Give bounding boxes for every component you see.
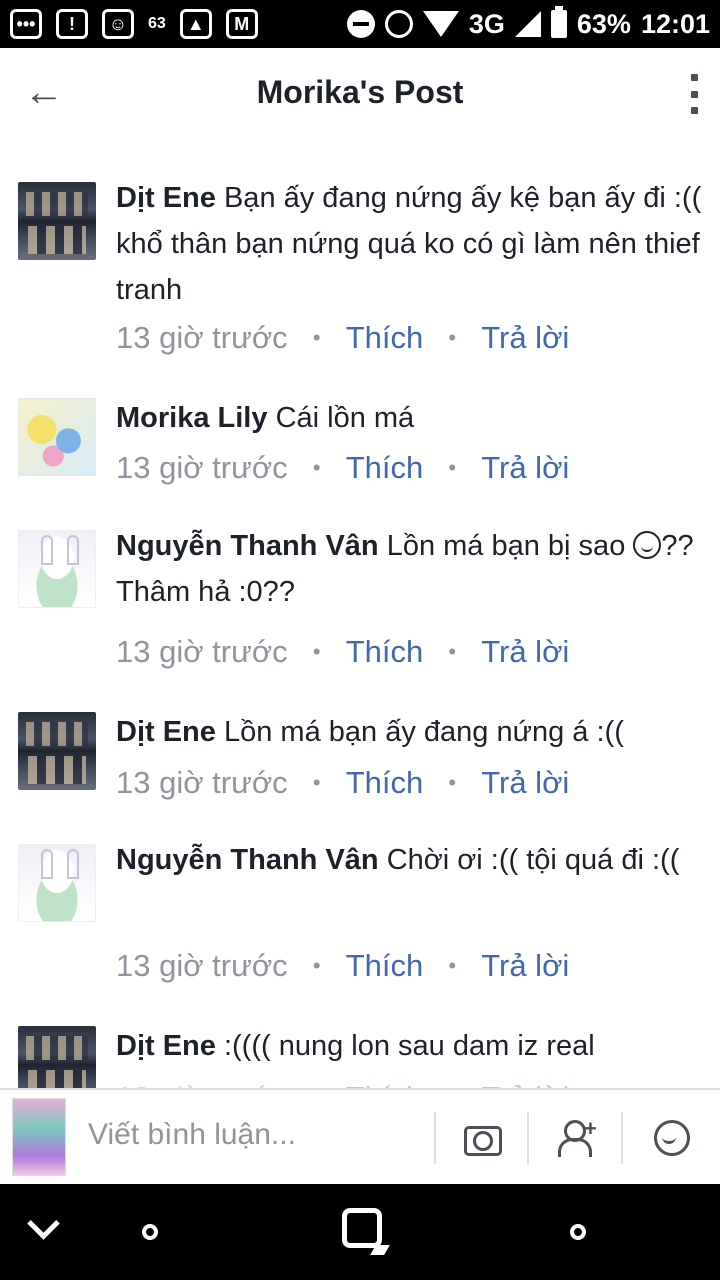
comment-actions: 13 giờ trước • Thích • Trả lời bbox=[116, 448, 569, 488]
my-avatar bbox=[12, 1098, 66, 1176]
notification-icons: ••• ! ☺ 63 ▲ M bbox=[10, 9, 258, 39]
navigation-bar bbox=[0, 1184, 720, 1280]
comment-composer: Viết bình luận... + bbox=[0, 1088, 720, 1184]
avatar[interactable] bbox=[18, 398, 96, 476]
avatar[interactable] bbox=[18, 530, 96, 608]
comment-time[interactable]: 13 giờ trước bbox=[116, 1080, 288, 1088]
status-bar: ••• ! ☺ 63 ▲ M 3G 63% 12:01 bbox=[0, 0, 720, 48]
comment-time[interactable]: 13 giờ trước bbox=[116, 320, 288, 356]
like-button[interactable]: Thích bbox=[346, 1080, 424, 1088]
separator: • bbox=[448, 455, 457, 480]
comment-body: Morika Lily Cái lồn má bbox=[116, 395, 706, 441]
face-icon: ☺ bbox=[102, 9, 134, 39]
comment-author[interactable]: Dịt Ene bbox=[116, 716, 216, 748]
signal-icon bbox=[514, 11, 541, 37]
emoji-icon[interactable] bbox=[652, 1118, 692, 1158]
like-button[interactable]: Thích bbox=[346, 634, 424, 670]
comment-time[interactable]: 13 giờ trước bbox=[116, 634, 288, 670]
page-title: Morika's Post bbox=[256, 73, 464, 110]
comment-body: Nguyễn Thanh Vân Lồn má bạn bị sao ?? Th… bbox=[116, 523, 706, 615]
battery-icon bbox=[550, 6, 567, 38]
comment-time[interactable]: 13 giờ trước bbox=[116, 948, 288, 984]
nav-back-icon[interactable] bbox=[28, 1212, 58, 1242]
comment-time[interactable]: 13 giờ trước bbox=[116, 450, 288, 486]
separator: • bbox=[448, 325, 457, 350]
chat-icon: ••• bbox=[10, 9, 42, 39]
avatar[interactable] bbox=[18, 712, 96, 790]
separator: • bbox=[312, 455, 321, 480]
divider bbox=[527, 1112, 529, 1164]
like-button[interactable]: Thích bbox=[346, 765, 424, 801]
plus-icon: + bbox=[584, 1116, 597, 1141]
comment-body: Nguyễn Thanh Vân Chời ơi :(( tội quá đi … bbox=[116, 837, 706, 883]
comment-text: Cái lồn má bbox=[275, 402, 415, 434]
reply-button[interactable]: Trả lời bbox=[481, 765, 569, 801]
app-header: ← Morika's Post bbox=[0, 48, 720, 136]
comment-actions: 13 giờ trước • Thích • Trả lời bbox=[116, 1078, 569, 1088]
reply-button[interactable]: Trả lời bbox=[481, 320, 569, 356]
comment-input[interactable]: Viết bình luận... bbox=[88, 1118, 296, 1152]
separator: • bbox=[448, 953, 457, 978]
dnd-icon bbox=[346, 10, 375, 38]
comment-author[interactable]: Dịt Ene bbox=[116, 182, 216, 214]
avatar[interactable] bbox=[18, 182, 96, 260]
comment-body: Dịt Ene Bạn ấy đang nứng ấy kệ bạn ấy đi… bbox=[116, 175, 706, 313]
comment-text: Lồn má bạn bị sao bbox=[386, 530, 626, 562]
clock: 12:01 bbox=[640, 8, 710, 39]
comment-author[interactable]: Morika Lily bbox=[116, 402, 268, 434]
battery-level: 63% bbox=[576, 8, 631, 39]
comment-list[interactable]: Dịt Ene Bạn ấy đang nứng ấy kệ bạn ấy đi… bbox=[0, 136, 720, 1088]
alert-icon: ! bbox=[56, 9, 88, 39]
comment-body: Dịt Ene Lồn má bạn ấy đang nứng á :(( bbox=[116, 709, 706, 755]
reply-button[interactable]: Trả lời bbox=[481, 634, 569, 670]
comment-author[interactable]: Nguyễn Thanh Vân bbox=[116, 530, 379, 562]
comment-author[interactable]: Dịt Ene bbox=[116, 1030, 216, 1062]
gallery-icon: ▲ bbox=[179, 9, 212, 39]
separator: • bbox=[312, 953, 321, 978]
network-type: 3G bbox=[468, 8, 505, 39]
more-vertical-icon[interactable] bbox=[682, 74, 706, 114]
divider bbox=[434, 1112, 436, 1164]
reply-button[interactable]: Trả lời bbox=[481, 450, 569, 486]
comment-text: Lồn má bạn ấy đang nứng á :(( bbox=[223, 716, 624, 748]
notification-count: 63 bbox=[148, 15, 166, 32]
divider bbox=[621, 1112, 623, 1164]
comment-actions: 13 giờ trước • Thích • Trả lời bbox=[116, 946, 569, 986]
separator: • bbox=[312, 639, 321, 664]
comment-time[interactable]: 13 giờ trước bbox=[116, 765, 288, 801]
separator: • bbox=[448, 639, 457, 664]
arrow-left-icon[interactable]: ← bbox=[22, 70, 66, 114]
gmail-icon: M bbox=[225, 9, 258, 39]
alarm-icon bbox=[384, 10, 413, 38]
separator: • bbox=[312, 325, 321, 350]
nav-dot-icon[interactable] bbox=[570, 1224, 586, 1240]
comment-body: Dịt Ene :(((( nung lon sau dam iz real bbox=[116, 1023, 706, 1069]
separator: • bbox=[448, 770, 457, 795]
avatar[interactable] bbox=[18, 844, 96, 922]
like-button[interactable]: Thích bbox=[346, 320, 424, 356]
reply-button[interactable]: Trả lời bbox=[481, 948, 569, 984]
wifi-icon bbox=[422, 11, 459, 37]
comment-actions: 13 giờ trước • Thích • Trả lời bbox=[116, 318, 569, 358]
system-icons: 3G 63% 12:01 bbox=[346, 6, 710, 40]
comment-author[interactable]: Nguyễn Thanh Vân bbox=[116, 844, 379, 876]
smiley-emoji-icon bbox=[633, 531, 662, 559]
camera-icon[interactable] bbox=[462, 1118, 502, 1158]
separator: • bbox=[312, 770, 321, 795]
like-button[interactable]: Thích bbox=[346, 450, 424, 486]
comment-actions: 13 giờ trước • Thích • Trả lời bbox=[116, 763, 569, 803]
comment-text: Chời ơi :(( tội quá đi :(( bbox=[386, 844, 680, 876]
reply-button[interactable]: Trả lời bbox=[481, 1080, 569, 1088]
nav-home-icon[interactable] bbox=[142, 1224, 158, 1240]
like-button[interactable]: Thích bbox=[346, 948, 424, 984]
app-switch-icon[interactable] bbox=[342, 1208, 382, 1248]
avatar[interactable] bbox=[18, 1026, 96, 1088]
comment-actions: 13 giờ trước • Thích • Trả lời bbox=[116, 632, 569, 672]
comment-text: :(((( nung lon sau dam iz real bbox=[223, 1030, 595, 1062]
